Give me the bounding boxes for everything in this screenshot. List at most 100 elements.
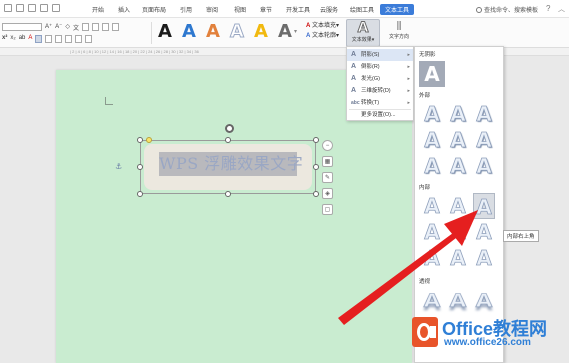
tab-home[interactable]: 开始 <box>92 5 104 14</box>
minus-icon[interactable]: − <box>322 140 333 151</box>
help-icon[interactable]: ? <box>546 4 550 13</box>
shape-style-icon[interactable]: ▢ <box>322 204 333 215</box>
resize-handle-right[interactable] <box>313 164 319 170</box>
text-direction-button[interactable]: ⫼ 文字方向 <box>384 20 414 46</box>
shadow-outer-option[interactable]: A <box>473 153 495 179</box>
indent-icon[interactable] <box>111 23 119 31</box>
shadow-outer-option[interactable]: A <box>447 101 469 127</box>
numbered-list-icon[interactable] <box>91 23 99 31</box>
shadow-none-option[interactable]: A <box>419 61 445 87</box>
tab-view[interactable]: 视图 <box>234 5 246 14</box>
shrink-font-icon[interactable]: A⁻ <box>55 23 62 31</box>
text-style-gray[interactable]: A <box>278 21 292 42</box>
justify-icon[interactable] <box>65 35 73 43</box>
shadow-perspective-option[interactable]: A <box>419 290 445 314</box>
tab-developer[interactable]: 开发工具 <box>286 5 310 14</box>
tab-review[interactable]: 审阅 <box>206 5 218 14</box>
collapse-ribbon-icon[interactable]: ︿ <box>558 4 565 14</box>
text-box-content[interactable]: WPS 浮雕效果文字 <box>159 152 303 176</box>
shadow-outer-option[interactable]: A <box>421 127 443 153</box>
align-left-icon[interactable] <box>35 35 43 43</box>
grow-font-icon[interactable]: A⁺ <box>45 23 52 31</box>
corner-adjust-handle[interactable] <box>146 137 152 143</box>
shadow-outer-option[interactable]: A <box>421 153 443 179</box>
menu-item-shadow[interactable]: A 阴影(S) ▸ <box>347 49 413 61</box>
text-effect-button[interactable]: A 文本效果▾ <box>346 19 380 47</box>
list-icon[interactable] <box>81 23 89 31</box>
align-center-icon[interactable] <box>45 35 53 43</box>
outdent-icon[interactable] <box>101 23 109 31</box>
tab-page-layout[interactable]: 页面布局 <box>142 5 166 14</box>
tab-insert[interactable]: 插入 <box>118 5 130 14</box>
text-style-orange[interactable]: A <box>206 21 220 42</box>
glow-icon: A <box>351 75 357 82</box>
shadow-inner-option[interactable]: A <box>421 245 443 271</box>
align-right-icon[interactable] <box>55 35 63 43</box>
text-style-outline[interactable]: A <box>230 21 245 43</box>
undo-icon[interactable] <box>28 4 36 12</box>
menu-item-reflection[interactable]: A 倒影(R) ▸ <box>347 61 413 73</box>
text-style-blue[interactable]: A <box>182 21 196 42</box>
tab-references[interactable]: 引用 <box>180 5 192 14</box>
format-painter-icon[interactable] <box>52 4 60 12</box>
shadow-outer-option[interactable]: A <box>447 153 469 179</box>
fill-bucket-icon[interactable]: ◈ <box>322 188 333 199</box>
font-color-icon[interactable]: A <box>28 35 32 43</box>
style-gallery-more-icon[interactable]: ▾ <box>294 28 297 35</box>
save-icon[interactable] <box>4 4 12 12</box>
superscript-icon[interactable]: x² <box>2 35 7 43</box>
menu-item-glow[interactable]: A 发光(G) ▸ <box>347 73 413 85</box>
menu-item-label: 更多设置(O)... <box>361 112 396 118</box>
subscript-icon[interactable]: x₂ <box>10 35 15 43</box>
resize-handle-top-left[interactable] <box>137 137 143 143</box>
resize-handle-top[interactable] <box>225 137 231 143</box>
text-style-gold[interactable]: A <box>254 21 268 42</box>
menu-item-more-settings[interactable]: 更多设置(O)... <box>347 109 413 121</box>
command-search[interactable]: 查找命令、搜索模板 <box>476 5 538 14</box>
text-style-black[interactable]: A <box>158 21 172 42</box>
tab-cloud[interactable]: 云服务 <box>320 5 338 14</box>
shadow-inner-option[interactable]: A <box>421 219 443 245</box>
tab-drawing-tools[interactable]: 绘图工具 <box>350 5 374 14</box>
shadow-inner-option[interactable]: A <box>473 245 495 271</box>
menu-item-3d-rotation[interactable]: A 三维旋转(D) ▸ <box>347 85 413 97</box>
edit-pen-icon[interactable]: ✎ <box>322 172 333 183</box>
phonetic-icon[interactable]: 文 <box>73 23 79 32</box>
resize-handle-bottom-left[interactable] <box>137 191 143 197</box>
tab-chapter[interactable]: 章节 <box>260 5 272 14</box>
rotate-handle[interactable] <box>225 124 234 133</box>
shadow-inner-option[interactable]: A <box>447 245 469 271</box>
text-direction-icon: ⫼ <box>396 21 402 32</box>
font-size-field[interactable] <box>2 23 42 31</box>
shadow-inner-option[interactable]: A <box>447 193 469 219</box>
shadow-outer-option[interactable]: A <box>473 127 495 153</box>
highlight-icon[interactable]: ab <box>19 35 26 43</box>
shadow-inner-option[interactable]: A <box>421 193 443 219</box>
distributed-icon[interactable] <box>75 35 83 43</box>
tab-text-tools[interactable]: 文本工具 <box>380 4 415 15</box>
shadow-outer-option[interactable]: A <box>421 101 443 127</box>
text-outline-button[interactable]: A 文本轮廓▾ <box>306 31 339 41</box>
resize-handle-bottom[interactable] <box>225 191 231 197</box>
shadow-outer-option[interactable]: A <box>447 127 469 153</box>
shadow-outer-option[interactable]: A <box>473 101 495 127</box>
resize-handle-left[interactable] <box>137 164 143 170</box>
submenu-arrow-icon: ▸ <box>407 76 410 82</box>
menu-item-transform[interactable]: abc 转换(T) ▸ <box>347 97 413 109</box>
submenu-arrow-icon: ▸ <box>407 88 410 94</box>
layout-options-icon[interactable]: ▦ <box>322 156 333 167</box>
redo-icon[interactable] <box>40 4 48 12</box>
print-icon[interactable] <box>16 4 24 12</box>
text-fill-button[interactable]: A 文本填充▾ <box>306 21 339 31</box>
menu-item-label: 倒影(R) <box>361 64 380 70</box>
text-box[interactable]: WPS 浮雕效果文字 <box>140 140 316 194</box>
shadow-perspective-option[interactable]: A <box>471 290 497 314</box>
shadow-inner-option[interactable]: A <box>447 219 469 245</box>
resize-handle-bottom-right[interactable] <box>313 191 319 197</box>
shadow-inner-option[interactable]: A <box>473 219 495 245</box>
line-spacing-icon[interactable] <box>85 35 93 43</box>
shadow-inner-top-right-option[interactable]: A <box>473 193 495 219</box>
shadow-perspective-option[interactable]: A <box>445 290 471 314</box>
resize-handle-top-right[interactable] <box>313 137 319 143</box>
clear-format-icon[interactable]: ◇ <box>65 23 70 31</box>
